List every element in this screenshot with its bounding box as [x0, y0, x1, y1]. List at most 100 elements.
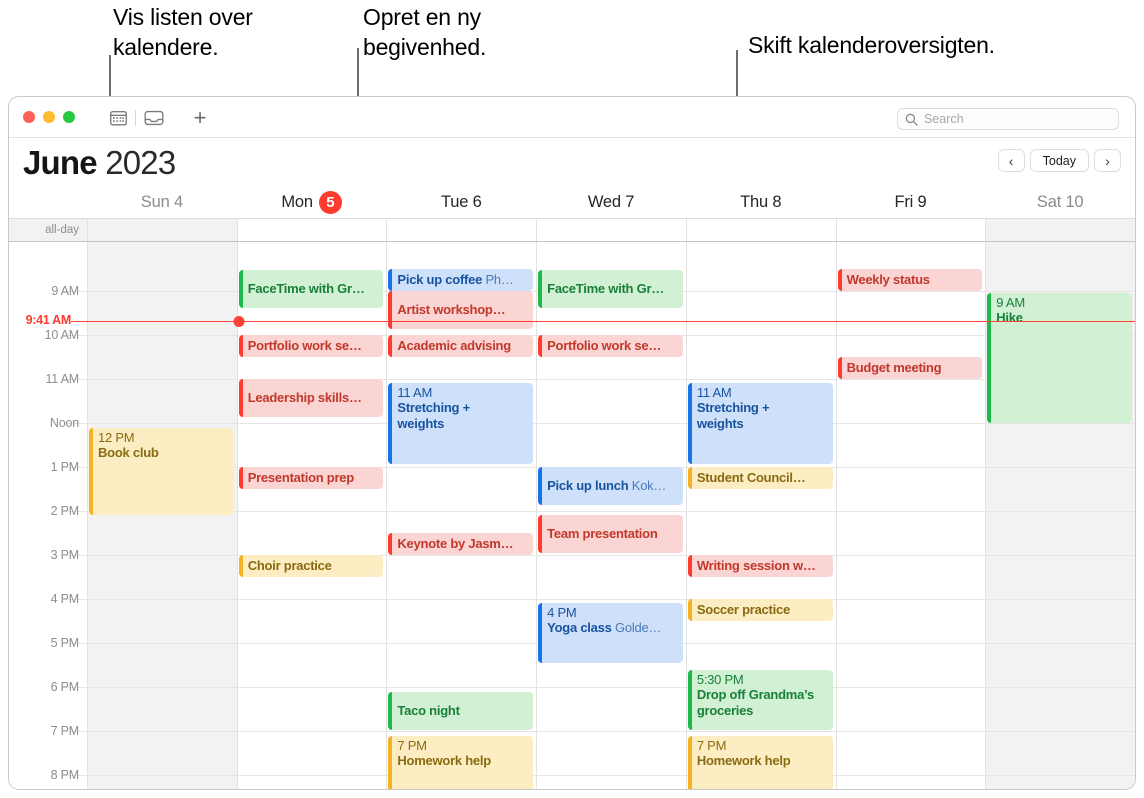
day-header-gutter [9, 186, 87, 218]
calendar-event[interactable]: Leadership skills… [238, 379, 384, 417]
event-color-bar [687, 383, 692, 464]
calendar-event[interactable]: Portfolio work se… [238, 335, 384, 357]
calendar-event[interactable]: 11 AM Stretching + weights [388, 383, 534, 464]
day-header-label: Fri 9 [894, 192, 927, 211]
all-day-cell-thu[interactable] [685, 219, 836, 241]
screenshot-root: Vis listen over kalendere. Opret en ny b… [0, 0, 1144, 798]
day-header-wed[interactable]: Wed 7 [536, 186, 686, 218]
callout-show-calendar-list: Vis listen over kalendere. [113, 4, 253, 61]
all-day-cell-wed[interactable] [536, 219, 686, 241]
all-day-cell-sun[interactable] [87, 219, 237, 241]
event-title: Team presentation [547, 526, 658, 542]
calendar-event[interactable]: Writing session w… [687, 555, 833, 577]
day-header-tue[interactable]: Tue 6 [386, 186, 536, 218]
event-color-bar [388, 269, 393, 291]
inbox-icon[interactable] [143, 107, 165, 129]
event-color-bar [538, 515, 543, 553]
week-time-grid: 9 AM 10 AM 11 AM Noon 1 PM 2 PM 3 PM 4 PM 5 PM 6 … [9, 242, 1135, 789]
all-day-cell-sat[interactable] [985, 219, 1135, 241]
event-title: Pick up lunch [547, 478, 629, 494]
event-title: Stretching + weights [397, 400, 470, 431]
calendar-event[interactable]: 9 AM Hike [987, 293, 1132, 423]
day-header-thu[interactable]: Thu 8 [686, 186, 836, 218]
calendar-event[interactable]: Taco night [388, 692, 534, 730]
event-title: Book club [98, 445, 159, 461]
calendar-window: + Day Week Month Year Search June 2023 [8, 96, 1136, 790]
calendar-event[interactable]: 5:30 PM Drop off Grandma’s groceries [687, 670, 833, 730]
window-titlebar: + Day Week Month Year Search [9, 97, 1135, 138]
event-title: Presentation prep [247, 470, 355, 486]
event-color-bar [238, 270, 243, 308]
search-icon [905, 113, 918, 126]
calendar-event[interactable]: 11 AM Stretching + weights [687, 383, 833, 464]
event-time: 11 AM [696, 385, 732, 400]
event-title: Yoga class [547, 620, 612, 636]
calendar-event[interactable]: Keynote by Jasm… [388, 533, 534, 555]
event-title: Soccer practice [696, 602, 790, 618]
day-header-label: Sat 10 [1036, 192, 1084, 211]
calendar-event[interactable]: Portfolio work se… [538, 335, 683, 357]
calendar-event[interactable]: Weekly status [837, 269, 983, 291]
event-color-bar [388, 335, 393, 357]
day-header-sat[interactable]: Sat 10 [985, 186, 1135, 218]
plus-icon[interactable]: + [189, 107, 211, 129]
event-title: Portfolio work se… [547, 338, 662, 354]
event-color-bar [837, 357, 842, 379]
calendar-event[interactable]: Team presentation [538, 515, 683, 553]
calendar-event[interactable]: 12 PM Book club [89, 428, 234, 515]
calendar-event[interactable]: Presentation prep [238, 467, 384, 489]
calendar-event[interactable]: Choir practice [238, 555, 384, 577]
minimize-button[interactable] [43, 111, 55, 123]
calendar-event[interactable]: Pick up coffee Ph… [388, 269, 534, 291]
event-color-bar [837, 269, 842, 291]
event-title: Artist workshop… [397, 302, 506, 318]
all-day-cell-fri[interactable] [835, 219, 986, 241]
event-title: Hike [996, 310, 1023, 326]
calendar-event[interactable]: 7 PM Homework help [687, 736, 833, 789]
today-button[interactable]: Today [1029, 149, 1089, 172]
all-day-cell-tue[interactable] [386, 219, 537, 241]
calendar-event[interactable]: Academic advising [388, 335, 534, 357]
all-day-cell-mon[interactable] [236, 219, 387, 241]
calendar-event[interactable]: 7 PM Homework help [388, 736, 534, 789]
calendar-event[interactable]: Budget meeting [837, 357, 983, 379]
event-title: Academic advising [397, 338, 511, 354]
previous-week-button[interactable]: ‹ [997, 149, 1025, 172]
event-title: FaceTime with Gr… [247, 281, 365, 297]
day-header-sun[interactable]: Sun 4 [87, 186, 237, 218]
event-time: 9 AM [996, 295, 1025, 310]
callout-create-new-event: Opret en ny begivenhed. [363, 4, 487, 61]
event-time: 12 PM [98, 430, 135, 445]
all-day-row: all-day [9, 218, 1135, 242]
event-title: Budget meeting [846, 360, 942, 376]
close-button[interactable] [23, 111, 35, 123]
today-day-badge: 5 [318, 190, 342, 214]
calendar-event[interactable]: 4 PM Yoga class Golde… [538, 603, 683, 663]
event-subtitle: Ph… [485, 272, 514, 288]
calendar-event[interactable]: FaceTime with Gr… [238, 270, 384, 308]
day-header-label: Wed 7 [587, 192, 635, 211]
maximize-button[interactable] [63, 111, 75, 123]
event-color-bar [687, 467, 692, 489]
calendar-event[interactable]: Soccer practice [687, 599, 833, 621]
calendar-event[interactable]: Artist workshop… [388, 291, 534, 329]
event-color-bar [538, 270, 543, 308]
day-header-label: Mon [281, 192, 313, 211]
event-color-bar [388, 533, 393, 555]
day-header-fri[interactable]: Fri 9 [836, 186, 986, 218]
event-color-bar [687, 736, 692, 789]
next-week-button[interactable]: › [1094, 149, 1121, 172]
calendar-icon[interactable] [107, 107, 129, 129]
search-input[interactable]: Search [897, 108, 1119, 130]
event-color-bar [238, 335, 243, 357]
calendar-event[interactable]: Pick up lunch Kok… [538, 467, 683, 505]
event-title: Student Council… [696, 470, 806, 486]
calendar-event[interactable]: FaceTime with Gr… [538, 270, 683, 308]
day-header-mon[interactable]: Mon 5 [237, 186, 387, 218]
event-title: Drop off Grandma’s groceries [696, 687, 814, 718]
day-header-label: Thu 8 [740, 192, 782, 211]
event-color-bar [388, 383, 393, 464]
day-header-row: Sun 4 Mon 5 Tue 6 Wed 7 Thu 8 Fri 9 Sat 1… [9, 186, 1135, 218]
calendar-event[interactable]: Student Council… [687, 467, 833, 489]
day-header-label: Tue 6 [441, 192, 482, 211]
